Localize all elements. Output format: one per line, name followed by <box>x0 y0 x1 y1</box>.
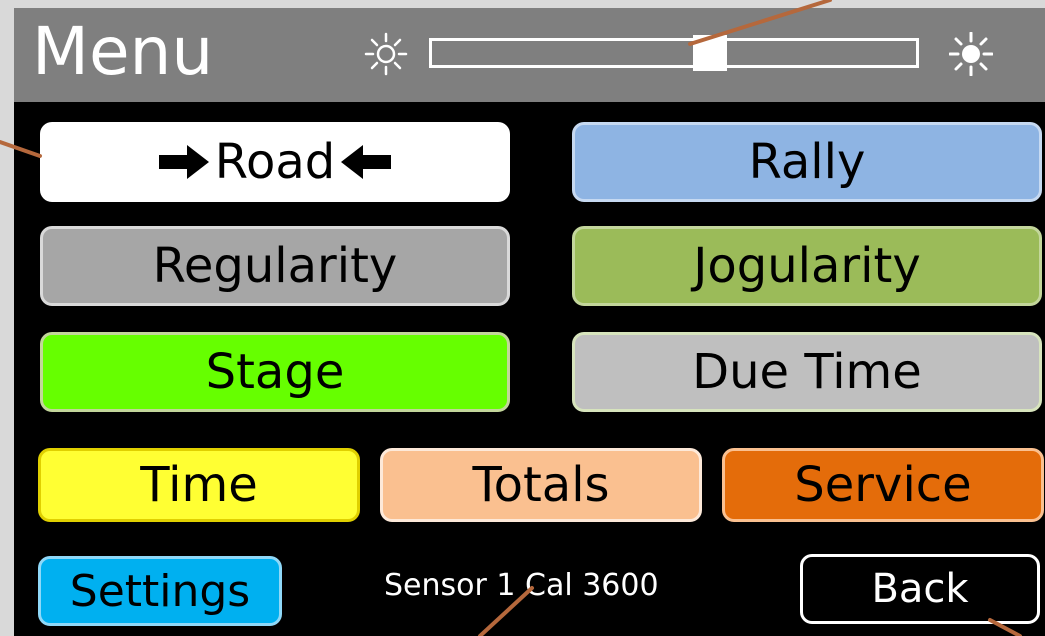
brightness-slider-thumb[interactable] <box>693 35 728 71</box>
time-button[interactable]: Time <box>38 448 360 522</box>
road-button-label: Road <box>214 134 336 190</box>
stage-button[interactable]: Stage <box>40 332 510 412</box>
road-button[interactable]: Road <box>40 122 510 202</box>
sun-bright-icon <box>949 32 993 76</box>
arrow-left-icon <box>341 145 392 179</box>
service-button[interactable]: Service <box>722 448 1044 522</box>
rally-button[interactable]: Rally <box>572 122 1042 202</box>
due-time-button[interactable]: Due Time <box>572 332 1042 412</box>
jogularity-button[interactable]: Jogularity <box>572 226 1042 306</box>
totals-button[interactable]: Totals <box>380 448 702 522</box>
sun-dim-icon <box>364 32 408 76</box>
back-button[interactable]: Back <box>800 554 1040 624</box>
arrow-right-icon <box>158 145 209 179</box>
page-title: Menu <box>32 13 214 90</box>
settings-button[interactable]: Settings <box>38 556 282 626</box>
device-screen: Menu Road Rally Regularity Jogularity St… <box>14 8 1045 636</box>
header-bar: Menu <box>14 8 1045 102</box>
regularity-button[interactable]: Regularity <box>40 226 510 306</box>
sensor-status-text: Sensor 1 Cal 3600 <box>384 568 659 603</box>
brightness-slider-track[interactable] <box>429 38 919 68</box>
